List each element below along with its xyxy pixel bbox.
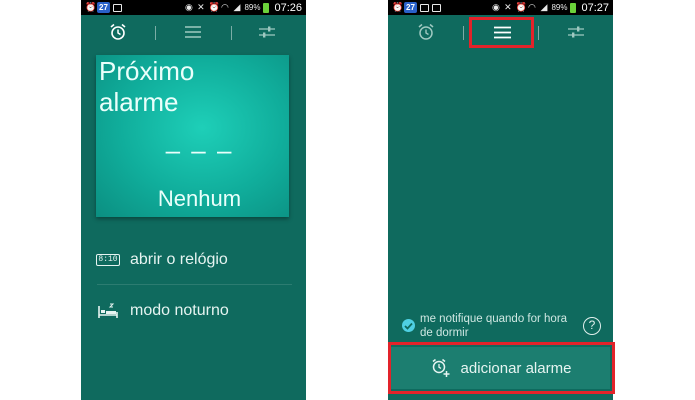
tab-list[interactable] — [173, 19, 213, 45]
eye-icon: ◉ — [185, 2, 193, 12]
alarm-clock-icon: ⏰ — [85, 2, 97, 12]
check-icon — [404, 322, 413, 330]
menu-open-clock-label: abrir o relógio — [130, 251, 228, 268]
next-alarm-card[interactable]: Próximo alarme – – – Nenhum — [96, 55, 289, 217]
status-bar: ⏰ 27 ◉ ✕ ⏰ ◠ ◢ 89% 07:26 — [81, 0, 306, 15]
tab-bar — [388, 15, 613, 49]
next-alarm-time: – – – — [165, 135, 234, 165]
list-icon — [185, 26, 201, 38]
status-time: 07:27 — [581, 1, 609, 14]
digital-clock-icon: 8:10 — [96, 252, 120, 268]
battery-icon — [570, 2, 577, 13]
menu-night-mode-label: modo noturno — [130, 302, 229, 319]
wifi-icon: ◠ — [221, 2, 229, 12]
alarm-icon: ⏰ — [515, 2, 527, 12]
add-alarm-button[interactable]: adicionar alarme — [391, 347, 610, 389]
tab-divider — [538, 26, 539, 40]
alarm-clock-icon — [110, 23, 126, 40]
tab-bar — [81, 15, 306, 49]
notify-checkbox[interactable] — [402, 319, 415, 332]
battery-icon — [263, 2, 270, 13]
battery-percent: 89% — [244, 3, 261, 12]
tab-alarm[interactable] — [406, 19, 446, 45]
left-phone-screen: ⏰ 27 ◉ ✕ ⏰ ◠ ◢ 89% 07:26 Próximo alarme — [81, 0, 306, 400]
checkbox-icon — [431, 3, 441, 12]
mute-icon: ✕ — [504, 2, 512, 12]
checkbox-icon — [112, 3, 122, 12]
tab-settings[interactable] — [247, 19, 287, 45]
menu-night-mode[interactable]: modo noturno — [97, 289, 292, 333]
menu-open-clock[interactable]: 8:10 abrir o relógio — [96, 238, 292, 282]
notify-label: me notifique quando for hora de dormir — [420, 313, 568, 339]
mute-icon: ✕ — [197, 2, 205, 12]
signal-icon: ◢ — [233, 2, 241, 12]
tab-divider — [231, 26, 232, 40]
bed-icon — [97, 303, 119, 319]
add-alarm-icon — [430, 358, 452, 378]
battery-percent: 89% — [551, 3, 568, 12]
next-alarm-title: Próximo alarme — [99, 56, 195, 117]
tab-settings[interactable] — [556, 19, 596, 45]
wifi-icon: ◠ — [528, 2, 536, 12]
digital-clock-text: 8:10 — [96, 254, 120, 266]
status-bar: ⏰ 27 ◉ ✕ ⏰ ◠ ◢ 89% 07:27 — [388, 0, 613, 15]
sliders-icon — [568, 26, 584, 38]
list-icon — [493, 26, 511, 38]
next-alarm-value: Nenhum — [157, 186, 242, 211]
menu-divider — [97, 284, 292, 285]
alarm-clock-icon: ⏰ — [392, 2, 404, 12]
signal-icon: ◢ — [540, 2, 548, 12]
status-time: 07:26 — [274, 1, 302, 14]
sliders-icon — [259, 26, 275, 38]
notify-bedtime-row: me notifique quando for hora de dormir ? — [402, 312, 602, 340]
alarm-icon: ⏰ — [208, 2, 220, 12]
calendar-icon: 27 — [404, 2, 417, 13]
add-alarm-label: adicionar alarme — [460, 359, 572, 377]
tab-divider — [463, 26, 464, 40]
tab-divider — [155, 26, 156, 40]
tab-alarm[interactable] — [98, 19, 138, 45]
image-icon — [419, 3, 429, 12]
help-button[interactable]: ? — [583, 317, 601, 335]
right-phone-screen: ⏰ 27 ◉ ✕ ⏰ ◠ ◢ 89% 07:27 me notifique qu… — [388, 0, 613, 400]
alarm-clock-icon — [418, 23, 434, 40]
eye-icon: ◉ — [492, 2, 500, 12]
calendar-icon: 27 — [97, 2, 110, 13]
tab-list[interactable] — [482, 19, 522, 45]
